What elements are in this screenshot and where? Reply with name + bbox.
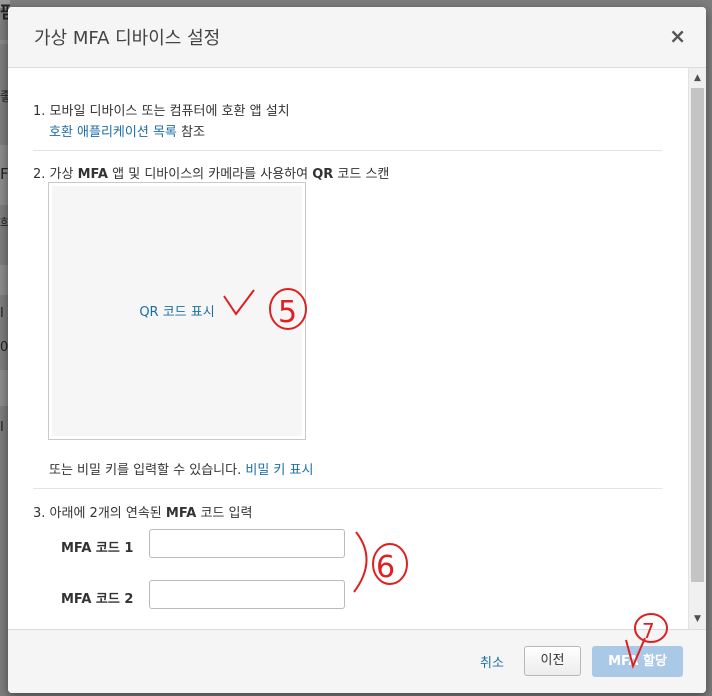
mfa-code-2-label: MFA 코드 2 (61, 592, 134, 607)
scroll-thumb[interactable] (691, 88, 704, 582)
previous-button[interactable]: 이전 (524, 646, 581, 676)
dialog-title: 가상 MFA 디바이스 설정 (34, 28, 221, 49)
step2-bold-mfa: MFA (77, 167, 108, 182)
step3-prefix: 3. 아래에 2개의 연속된 (33, 506, 162, 521)
mfa-setup-dialog: 가상 MFA 디바이스 설정 × 1. 모바일 디바이스 또는 컴퓨터에 호환 … (8, 7, 706, 693)
step2-prefix: 2. 가상 (33, 167, 74, 182)
step1-suffix: 참조 (181, 125, 205, 140)
mfa-code-1-input[interactable] (149, 529, 345, 558)
dialog-footer: 취소 이전 MFA 할당 (8, 629, 706, 693)
step2-suffix: 코드 스캔 (337, 167, 390, 182)
divider (33, 150, 662, 151)
compatible-apps-link[interactable]: 호환 애플리케이션 목록 (49, 125, 177, 140)
secret-key-text: 또는 비밀 키를 입력할 수 있습니다. (49, 463, 242, 478)
step3-instruction: 3. 아래에 2개의 연속된 MFA 코드 입력 (33, 502, 252, 521)
mfa-code-1-label: MFA 코드 1 (61, 541, 134, 556)
step2-bold-qr: QR (312, 167, 334, 182)
qr-code-area: QR 코드 표시 (48, 182, 306, 440)
show-secret-key-link[interactable]: 비밀 키 표시 (245, 463, 313, 478)
scroll-up-icon[interactable]: ▲ (689, 70, 706, 86)
assign-mfa-button[interactable]: MFA 할당 (592, 646, 683, 677)
dialog-scrollbar[interactable]: ▲ ▼ (688, 68, 706, 629)
divider (33, 488, 662, 489)
mfa-code-2-input[interactable] (149, 580, 345, 609)
step2-instruction: 2. 가상 MFA 앱 및 디바이스의 카메라를 사용하여 QR 코드 스캔 (33, 163, 389, 182)
step3-bold-mfa: MFA (165, 506, 197, 521)
close-icon[interactable]: × (669, 24, 686, 48)
step2-middle: 앱 및 디바이스의 카메라를 사용하여 (112, 167, 309, 182)
dialog-header: 가상 MFA 디바이스 설정 × (8, 7, 706, 68)
scroll-down-icon[interactable]: ▼ (689, 611, 706, 627)
secret-key-line: 또는 비밀 키를 입력할 수 있습니다. 비밀 키 표시 (49, 459, 313, 478)
dialog-body: 1. 모바일 디바이스 또는 컴퓨터에 호환 앱 설치 호환 애플리케이션 목록… (8, 68, 706, 629)
step1-instruction: 1. 모바일 디바이스 또는 컴퓨터에 호환 앱 설치 (33, 104, 290, 119)
show-qr-code-link[interactable]: QR 코드 표시 (49, 301, 305, 320)
step3-suffix: 코드 입력 (200, 506, 253, 521)
step1-link-line: 호환 애플리케이션 목록 참조 (49, 121, 205, 140)
cancel-button[interactable]: 취소 (480, 652, 504, 671)
